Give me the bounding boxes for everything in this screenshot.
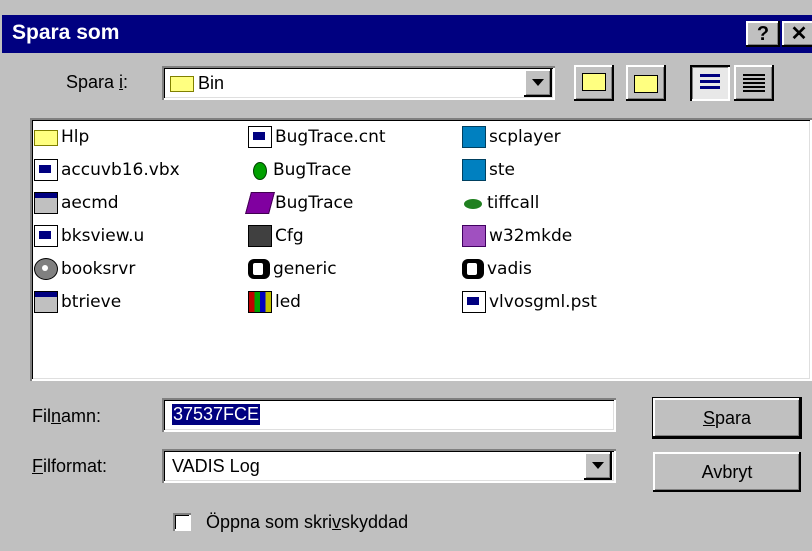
file-item[interactable]: aecmd [34,190,119,216]
file-item[interactable]: booksrvr [34,256,135,282]
file-name: booksrvr [61,259,136,279]
file-name: Cfg [275,226,304,246]
details-view-icon [743,74,765,92]
dialog-title: Spara som [12,21,120,44]
file-name: vadis [487,259,532,279]
disc-file-icon [34,258,58,280]
file-item[interactable]: btrieve [34,289,121,315]
doc-file-icon [34,225,58,247]
purple-file-icon [462,225,486,247]
file-name: aecmd [61,193,119,213]
vad-file-icon [248,259,270,279]
file-item[interactable]: tiffcall [462,190,539,216]
fileformat-label: Filformat: [32,456,108,476]
file-list[interactable]: Hlp accuvb16.vbx aecmd bksview.u booksrvr btr… [30,118,812,381]
file-item[interactable]: w32mkde [462,223,572,249]
file-name: led [275,292,301,312]
title-bar: Spara som ? ✕ [2,15,812,53]
save-in-combo[interactable]: Bin [162,66,555,100]
vad-file-icon [462,259,484,279]
details-view-button[interactable] [734,65,774,101]
save-in-dropdown-button[interactable] [524,69,552,97]
help-button[interactable]: ? [746,21,780,47]
file-name: vlvosgml.pst [489,292,597,312]
file-item[interactable]: ste [462,157,515,183]
book-file-icon [245,192,275,214]
filename-label: Filnamn: [32,406,102,426]
save-as-dialog: Spara som ? ✕ Spara i: Bin Hlp accuvb16.v… [0,0,812,551]
doc-file-icon [248,126,272,148]
doc-file-icon [462,291,486,313]
file-name: btrieve [61,292,122,312]
file-item[interactable]: led [248,289,301,315]
file-item[interactable]: BugTrace [248,157,351,183]
new-folder-button[interactable] [626,65,666,101]
file-name: BugTrace [275,193,354,213]
close-button[interactable]: ✕ [782,21,812,47]
folder-icon [170,76,194,92]
file-item[interactable]: Cfg [248,223,304,249]
file-item[interactable]: accuvb16.vbx [34,157,180,183]
save-button[interactable]: Spara [652,397,802,439]
fileformat-combo[interactable]: VADIS Log [162,449,616,483]
file-name: generic [273,259,337,279]
file-name: bksview.u [61,226,145,246]
save-in-label: Spara i: [66,72,129,92]
file-name: scplayer [489,127,561,147]
readonly-label: Öppna som skrivskyddad [206,512,409,532]
frog-file-icon [462,193,484,213]
file-name: BugTrace [273,160,352,180]
list-view-icon [700,74,720,92]
app-file-icon [34,291,58,313]
up-folder-button[interactable] [574,65,614,101]
bug-file-icon [248,160,270,180]
grid-file-icon [248,291,272,313]
cancel-button[interactable]: Avbryt [653,452,801,492]
tool2-file-icon [248,225,272,247]
blue-file-icon [462,159,486,181]
file-item[interactable]: BugTrace [245,190,354,216]
file-name: BugTrace.cnt [275,127,386,147]
new-folder-icon [634,75,658,93]
file-item[interactable]: scplayer [462,124,561,150]
fileformat-value: VADIS Log [172,456,260,476]
list-view-button[interactable] [690,65,730,101]
blue-file-icon [462,126,486,148]
folder-file-icon [34,130,58,146]
app-file-icon [34,192,58,214]
file-item[interactable]: vlvosgml.pst [462,289,597,315]
folder-up-icon [582,73,606,91]
filename-input[interactable]: 37537FCE [162,398,616,432]
doc-file-icon [34,159,58,181]
file-item[interactable]: BugTrace.cnt [248,124,386,150]
save-in-value: Bin [198,73,225,93]
file-item[interactable]: Hlp [34,124,89,150]
file-item[interactable]: generic [248,256,337,282]
file-name: tiffcall [487,193,540,213]
readonly-checkbox[interactable] [173,513,191,531]
file-name: Hlp [61,127,90,147]
file-name: ste [489,160,515,180]
file-item[interactable]: bksview.u [34,223,144,249]
file-name: accuvb16.vbx [61,160,180,180]
filename-value: 37537FCE [172,404,261,425]
file-name: w32mkde [489,226,573,246]
file-item[interactable]: vadis [462,256,532,282]
fileformat-dropdown-button[interactable] [584,452,612,480]
